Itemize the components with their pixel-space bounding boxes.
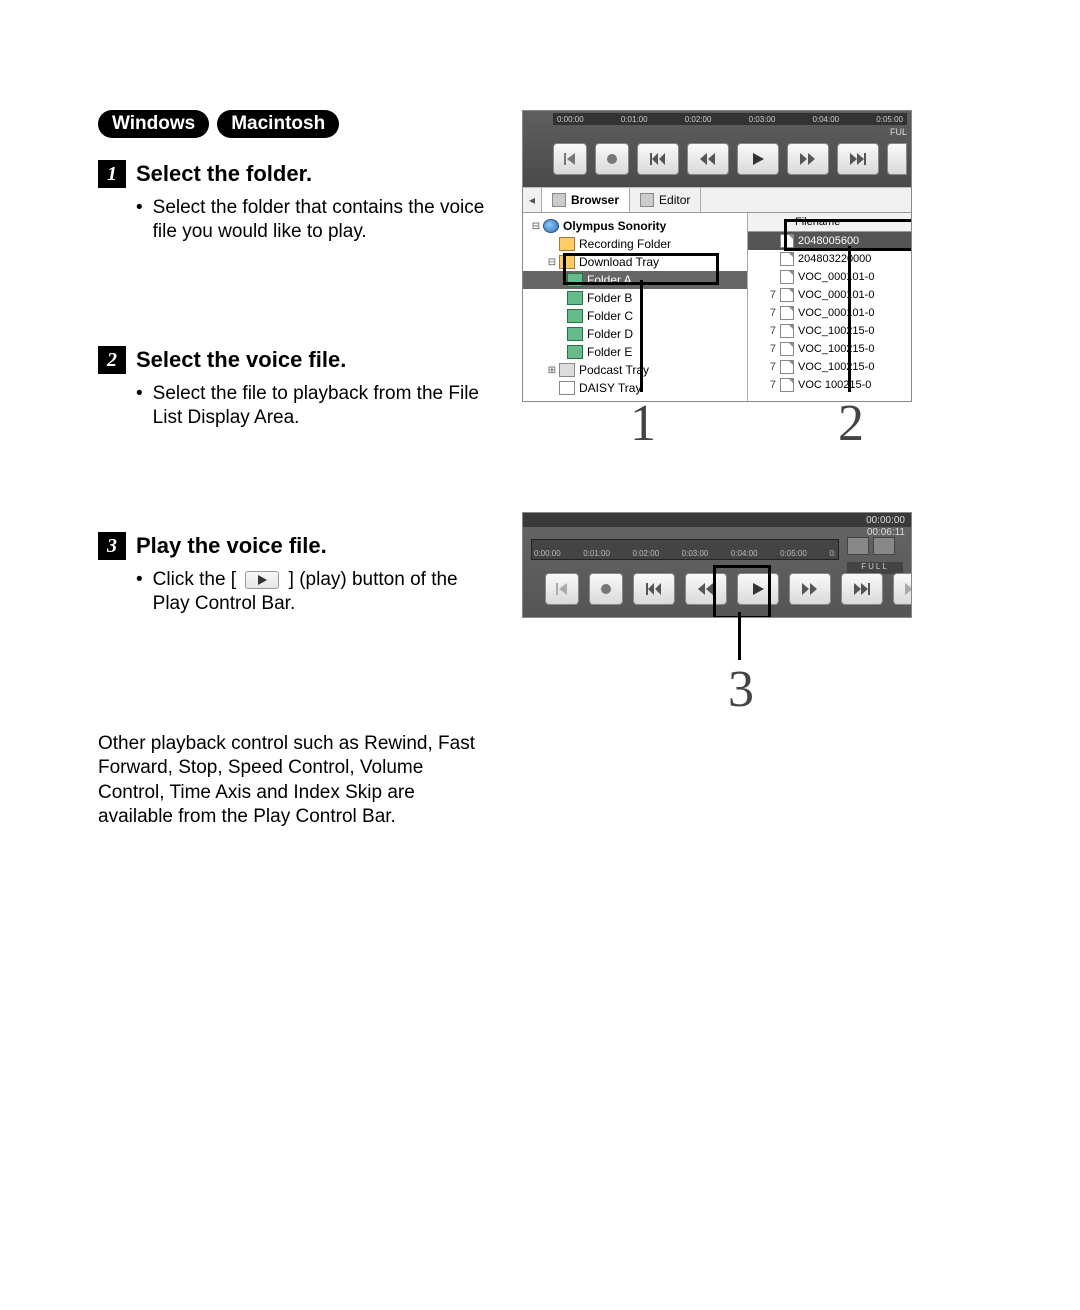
- file-icon: [780, 360, 794, 374]
- step-3-number: 3: [98, 532, 126, 560]
- screenshot-browser: 0:00:000:01:00 0:02:000:03:00 0:04:000:0…: [522, 110, 912, 402]
- rewind-button[interactable]: [685, 573, 727, 605]
- zoom-out-button[interactable]: [847, 537, 869, 555]
- file-icon: [780, 252, 794, 266]
- time-ruler[interactable]: 0:00:000:01:00 0:02:000:03:00 0:04:000:0…: [531, 539, 839, 560]
- folder-icon: [559, 237, 575, 251]
- skip-end-button[interactable]: [893, 573, 912, 605]
- folder-icon: [567, 345, 583, 359]
- tray-icon: [559, 255, 575, 269]
- badge-windows: Windows: [98, 110, 209, 138]
- badge-macintosh: Macintosh: [217, 110, 339, 138]
- file-row[interactable]: 7VOC 100215-0: [748, 376, 911, 394]
- file-row[interactable]: 204803220000: [748, 250, 911, 268]
- play-control-bar-top: 0:00:000:01:00 0:02:000:03:00 0:04:000:0…: [523, 111, 911, 187]
- file-icon: [780, 234, 794, 248]
- step-2-title: Select the voice file.: [136, 347, 346, 373]
- tree-folder-e[interactable]: Folder E: [523, 343, 747, 361]
- file-row[interactable]: 7VOC_100215-0: [748, 322, 911, 340]
- tree-folder-b[interactable]: Folder B: [523, 289, 747, 307]
- step-2: 2 Select the voice file. Select the file…: [98, 346, 498, 514]
- skip-start-button[interactable]: [553, 143, 587, 175]
- tabs-scroll-left[interactable]: ◂: [523, 188, 542, 212]
- callout-number-2: 2: [838, 394, 864, 453]
- step-1-bullet: Select the folder that contains the voic…: [136, 196, 498, 244]
- tab-editor[interactable]: Editor: [630, 188, 701, 212]
- inline-play-icon: [245, 571, 279, 589]
- zoom-in-button[interactable]: [873, 537, 895, 555]
- folder-icon: [567, 327, 583, 341]
- file-icon: [780, 270, 794, 284]
- file-row[interactable]: 7VOC_100215-0: [748, 340, 911, 358]
- instructions-column: Windows Macintosh 1 Select the folder. S…: [98, 110, 498, 829]
- file-icon: [780, 306, 794, 320]
- step-1-title: Select the folder.: [136, 161, 312, 187]
- prev-track-button[interactable]: [637, 143, 679, 175]
- fast-forward-button[interactable]: [789, 573, 831, 605]
- zoom-controls: FULL: [847, 537, 903, 574]
- step-3: 3 Play the voice file. Click the [ ] (pl…: [98, 532, 498, 710]
- folder-icon: [567, 309, 583, 323]
- file-icon: [780, 378, 794, 392]
- file-row[interactable]: 7VOC_000101-0: [748, 304, 911, 322]
- tree-download-tray[interactable]: ⊟Download Tray: [523, 253, 747, 271]
- top-timeline: 0:00:000:01:00 0:02:000:03:00 0:04:000:0…: [553, 113, 907, 125]
- prev-track-button[interactable]: [633, 573, 675, 605]
- callout-line-3: [738, 612, 741, 660]
- fast-forward-button[interactable]: [787, 143, 829, 175]
- step-2-number: 2: [98, 346, 126, 374]
- step-1-number: 1: [98, 160, 126, 188]
- file-row[interactable]: 7VOC_000101-0: [748, 286, 911, 304]
- callout-number-3: 3: [728, 660, 754, 719]
- file-icon: [780, 342, 794, 356]
- tree-recording-folder[interactable]: Recording Folder: [523, 235, 747, 253]
- transport-buttons-bottom: [545, 573, 912, 605]
- full-indicator: FUL: [890, 127, 907, 137]
- folder-icon: [567, 291, 583, 305]
- next-track-button[interactable]: [841, 573, 883, 605]
- play-button-top[interactable]: [737, 143, 779, 175]
- figures-column: 0:00:000:01:00 0:02:000:03:00 0:04:000:0…: [522, 110, 922, 829]
- podcast-icon: [559, 363, 575, 377]
- tree-folder-a[interactable]: Folder A: [523, 271, 747, 289]
- view-tabs: ◂ Browser Editor: [523, 187, 911, 213]
- tree-root[interactable]: ⊟Olympus Sonority: [523, 217, 747, 235]
- file-row[interactable]: VOC_000101-0: [748, 268, 911, 286]
- step-1: 1 Select the folder. Select the folder t…: [98, 160, 498, 328]
- globe-icon: [543, 219, 559, 233]
- file-list-header[interactable]: Filename: [748, 213, 911, 232]
- rewind-button[interactable]: [687, 143, 729, 175]
- record-button[interactable]: [595, 143, 629, 175]
- browser-tab-icon: [552, 193, 566, 207]
- skip-start-button[interactable]: [545, 573, 579, 605]
- daisy-icon: [559, 381, 575, 395]
- os-badges: Windows Macintosh: [98, 110, 498, 138]
- callout-number-1: 1: [630, 394, 656, 453]
- play-button[interactable]: [737, 573, 779, 605]
- file-row[interactable]: 2048005600: [748, 232, 911, 250]
- tree-folder-d[interactable]: Folder D: [523, 325, 747, 343]
- time-display: 00:00:0000:06:11: [866, 515, 905, 539]
- screenshot-play-control: 00:00:0000:06:11 0:00:000:01:00 0:02:000…: [522, 512, 922, 618]
- file-icon: [780, 288, 794, 302]
- file-row[interactable]: 7VOC_100215-0: [748, 358, 911, 376]
- extra-button[interactable]: [887, 143, 907, 175]
- next-track-button[interactable]: [837, 143, 879, 175]
- afterword: Other playback control such as Rewind, F…: [98, 732, 494, 829]
- tab-browser[interactable]: Browser: [542, 188, 630, 212]
- transport-buttons-top: [553, 143, 907, 175]
- file-list: Filename 2048005600 204803220000 VOC_000…: [748, 213, 911, 402]
- file-icon: [780, 324, 794, 338]
- folder-icon: [567, 273, 583, 287]
- tree-podcast-tray[interactable]: ⊞Podcast Tray: [523, 361, 747, 379]
- step-2-bullet: Select the file to playback from the Fil…: [136, 382, 498, 430]
- record-button[interactable]: [589, 573, 623, 605]
- step-3-bullet: Click the [ ] (play) button of the Play …: [136, 568, 498, 616]
- editor-tab-icon: [640, 193, 654, 207]
- step-3-title: Play the voice file.: [136, 533, 327, 559]
- tree-folder-c[interactable]: Folder C: [523, 307, 747, 325]
- folder-tree: ⊟Olympus Sonority Recording Folder ⊟Down…: [523, 213, 748, 402]
